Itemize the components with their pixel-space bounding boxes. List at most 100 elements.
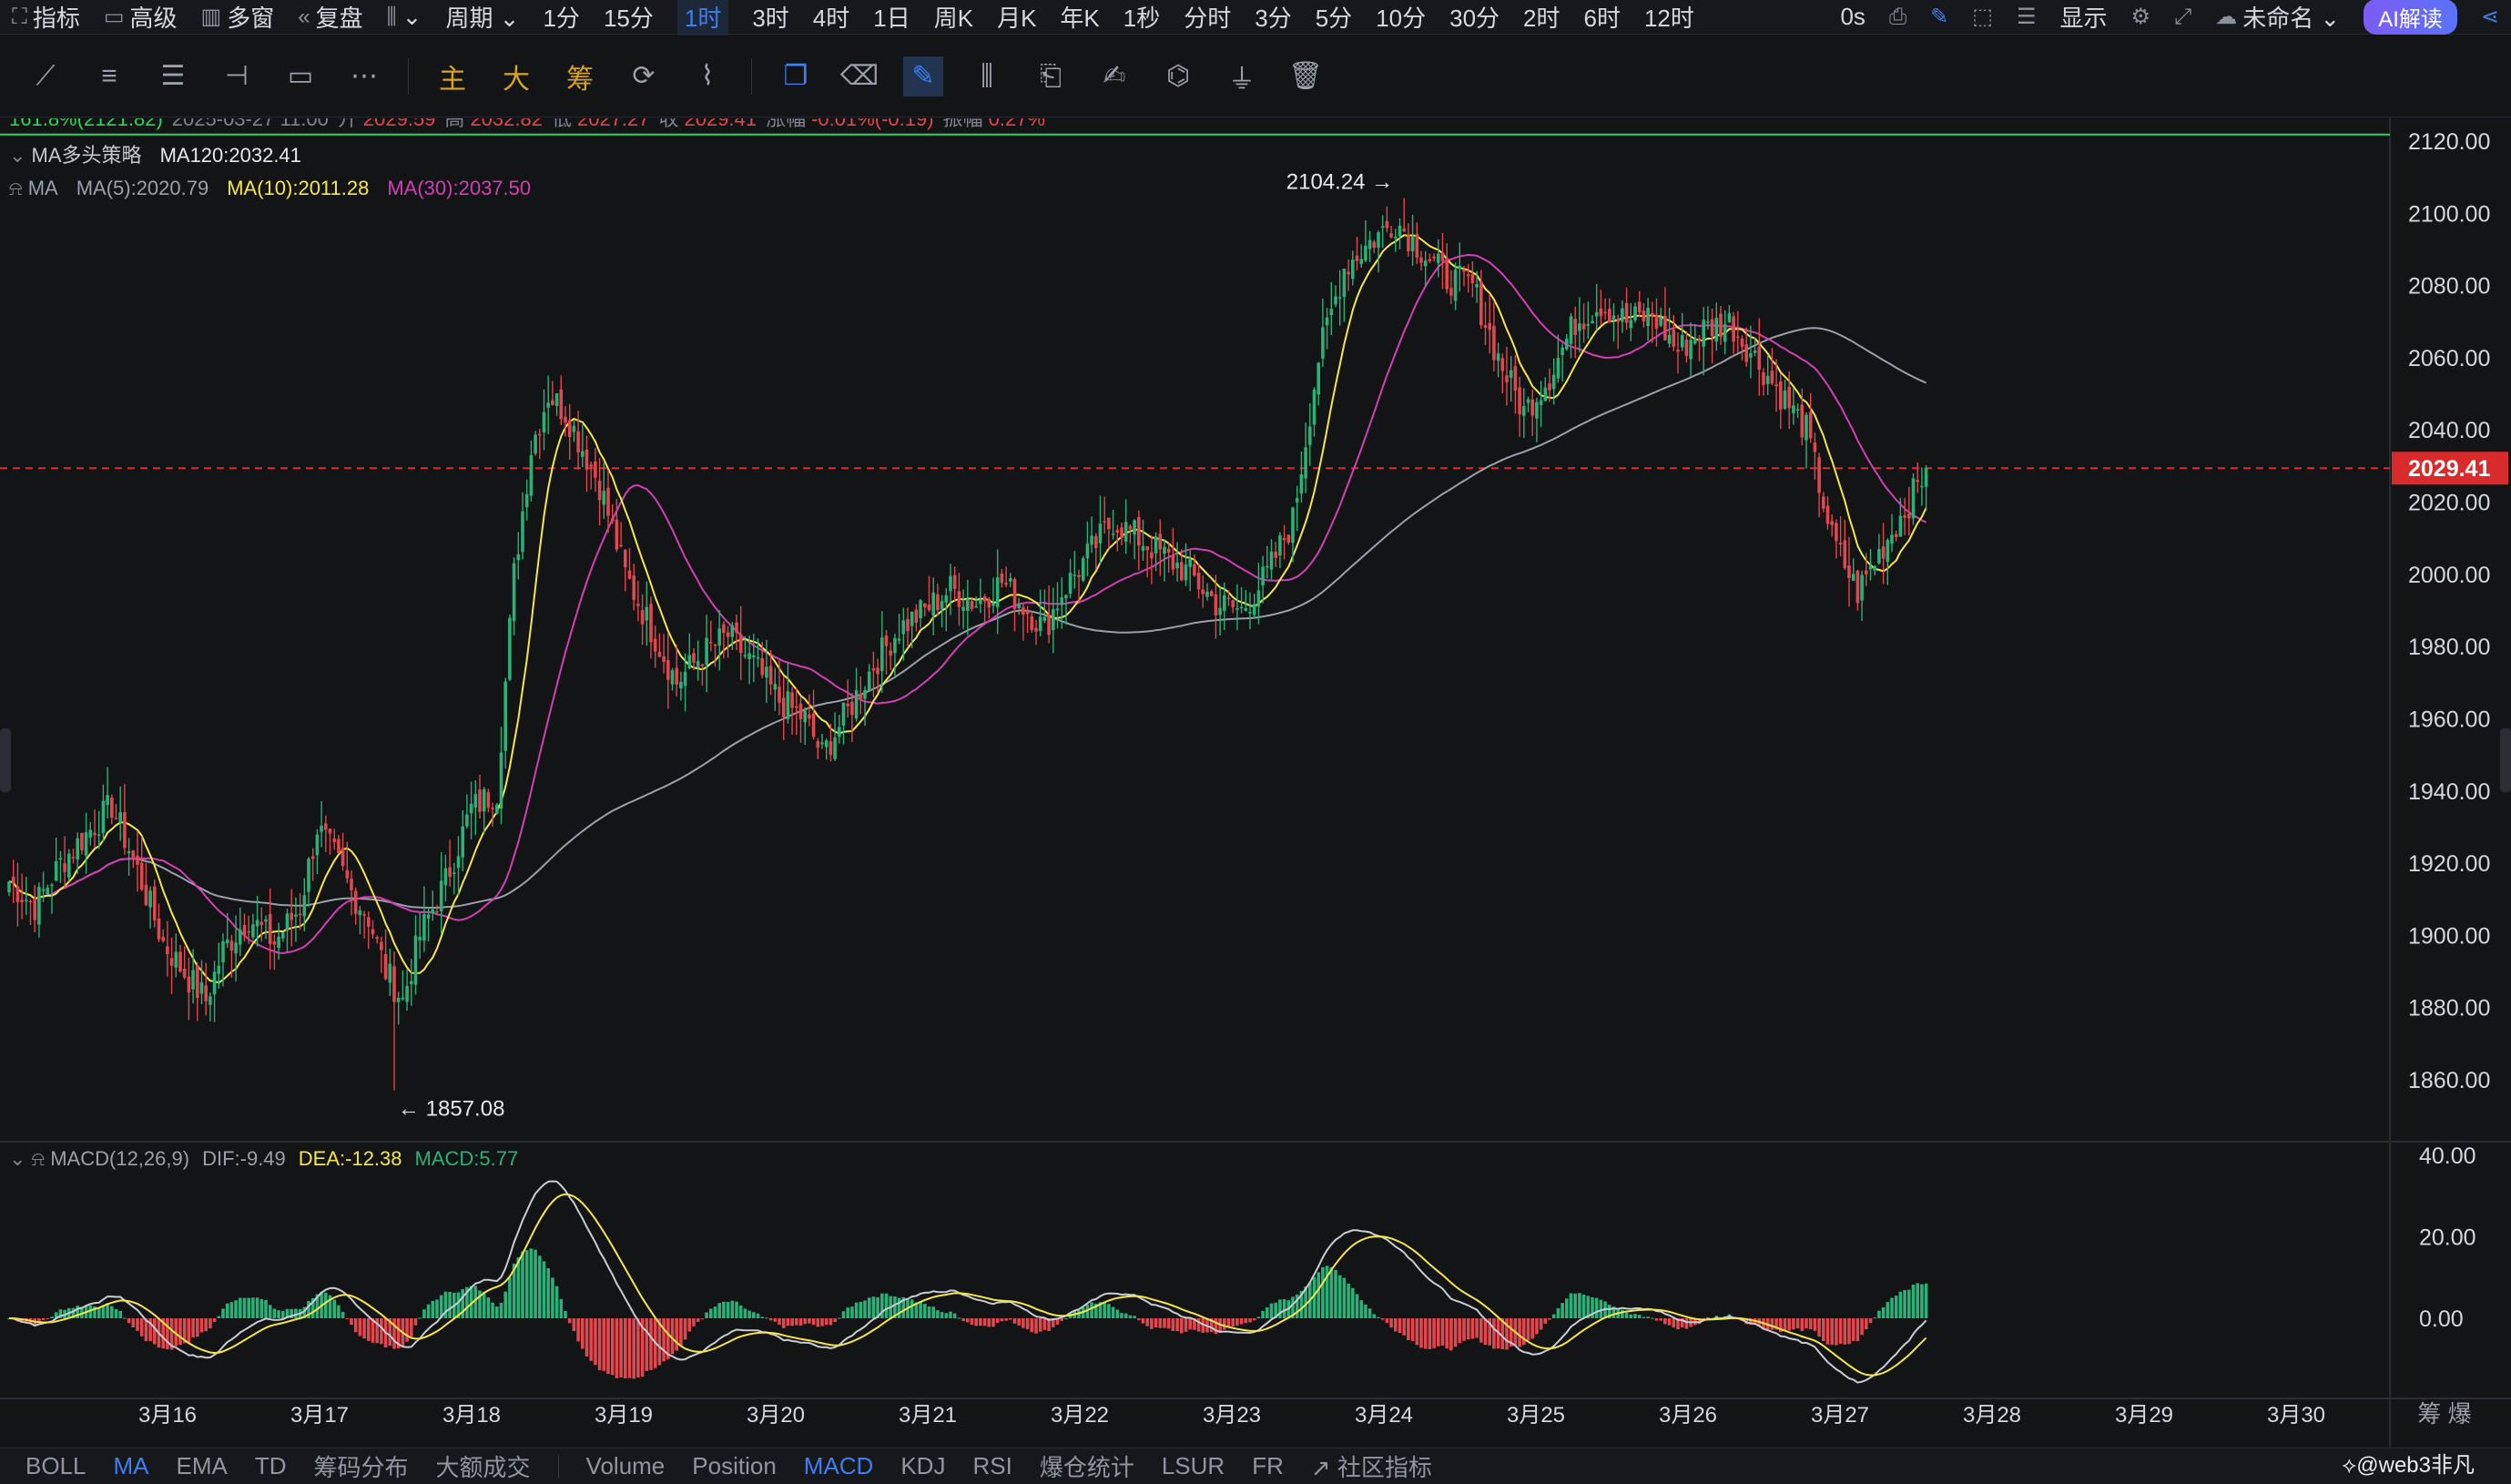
interval-tab[interactable]: 6时 xyxy=(1584,0,1621,36)
candle-body xyxy=(1509,370,1513,378)
interval-tab[interactable]: 1时 xyxy=(676,0,729,36)
clipboard-icon[interactable]: ⎗ xyxy=(1031,56,1071,97)
measure-icon[interactable]: ⌇ xyxy=(687,56,727,97)
trend-line-icon[interactable]: ⟋ xyxy=(25,56,66,97)
indicator-rsi[interactable]: RSI xyxy=(972,1452,1012,1480)
candle-body xyxy=(1749,353,1753,358)
candle-body xyxy=(58,858,63,860)
interval-tab[interactable]: 周K xyxy=(934,0,973,36)
more-tools-icon[interactable]: ⋯ xyxy=(344,56,384,97)
interval-tab[interactable]: 年K xyxy=(1060,0,1099,36)
candle-body xyxy=(1282,537,1286,541)
big-order-button[interactable]: 大 xyxy=(496,56,536,97)
indicator-volume[interactable]: Volume xyxy=(586,1452,666,1480)
fullscreen-icon[interactable]: ⤢ xyxy=(2174,5,2191,30)
main-force-button[interactable]: 主 xyxy=(432,56,473,97)
interval-tab[interactable]: 1分 xyxy=(543,0,579,36)
magnet-icon[interactable]: ⌬ xyxy=(1158,56,1198,97)
macd-histogram-bar xyxy=(1337,1275,1342,1318)
indicator-position[interactable]: Position xyxy=(692,1452,777,1480)
parallel-channel-icon[interactable]: ≡ xyxy=(89,56,129,97)
indicator-ma[interactable]: MA xyxy=(114,1452,149,1480)
rectangle-icon[interactable]: ▭ xyxy=(280,56,320,97)
macd-histogram-bar xyxy=(1894,1296,1898,1318)
period-label: 周期 ⌄ xyxy=(445,5,520,32)
macd-histogram-bar xyxy=(581,1318,585,1349)
community-indicators[interactable]: ↗ 社区指标 xyxy=(1311,1449,1432,1483)
multi-window-label: 多窗 xyxy=(227,5,275,32)
interval-tab[interactable]: 10分 xyxy=(1376,0,1426,36)
interval-tab[interactable]: 15分 xyxy=(604,0,654,36)
candle-body xyxy=(944,595,949,604)
interval-tab[interactable]: 分时 xyxy=(1184,0,1231,36)
layout-name-dropdown[interactable]: ☁ 未命名 ⌄ xyxy=(2215,0,2340,34)
copy-drawing-icon[interactable]: ❐ xyxy=(776,56,816,97)
horizontal-lines-icon[interactable]: ☰ xyxy=(153,56,193,97)
macd-histogram-bar xyxy=(1920,1284,1924,1318)
pen-icon[interactable]: ✎ xyxy=(1930,4,1948,30)
candle-body xyxy=(1364,245,1367,261)
indicator-ema[interactable]: EMA xyxy=(177,1452,228,1480)
indicator-lsur[interactable]: LSUR xyxy=(1162,1452,1225,1480)
interval-tab[interactable]: 3时 xyxy=(752,0,788,36)
chip-button[interactable]: 筹 xyxy=(560,56,600,97)
indicator-big-trades[interactable]: 大额成交 xyxy=(436,1449,531,1483)
interval-tab[interactable]: 1秒 xyxy=(1123,0,1160,36)
left-collapse-handle[interactable] xyxy=(0,728,11,792)
camera-icon[interactable]: ⎙ xyxy=(1889,5,1906,30)
sync-icon[interactable]: ⟳ xyxy=(624,56,664,97)
indicator-fr[interactable]: FR xyxy=(1252,1452,1284,1480)
interval-tab[interactable]: 30分 xyxy=(1449,0,1499,36)
bars-pattern-icon[interactable]: ⫼ xyxy=(967,56,1007,97)
multi-window-icon: ▥ xyxy=(200,5,222,29)
price-chart[interactable]: 2120.00 2100.00 2080.00 2060.00 2040.00 2020.… xyxy=(0,118,2511,1448)
horizontal-line-icon[interactable]: ⊣ xyxy=(217,56,257,97)
candle-body xyxy=(383,953,388,980)
filter-icon[interactable]: ⏚ xyxy=(1222,56,1262,97)
indicator-kdj[interactable]: KDJ xyxy=(900,1452,945,1480)
indicator-liquidation[interactable]: 爆仓统计 xyxy=(1040,1449,1134,1483)
share-icon[interactable]: ⋖ xyxy=(2481,4,2499,30)
candle-type-dropdown[interactable]: ⫼ ⌄ xyxy=(387,3,422,31)
macd-histogram-bar xyxy=(247,1297,250,1318)
candle-body xyxy=(1513,366,1518,391)
advanced-menu[interactable]: ▭ 高级 xyxy=(104,0,178,34)
indicator-chip-dist[interactable]: 筹码分布 xyxy=(314,1449,409,1483)
interval-tab[interactable]: 5分 xyxy=(1316,0,1352,36)
interval-tab[interactable]: 3分 xyxy=(1255,0,1291,36)
candle-body xyxy=(1266,565,1269,568)
ai-interpret-button[interactable]: AI解读 xyxy=(2364,0,2457,35)
right-collapse-handle[interactable] xyxy=(2500,728,2511,792)
display-menu[interactable]: 显示 xyxy=(2059,0,2107,34)
interval-tab[interactable]: 12时 xyxy=(1644,0,1694,36)
indicator-macd[interactable]: MACD xyxy=(804,1452,874,1480)
eraser-icon[interactable]: ⌫ xyxy=(839,56,879,97)
macd-histogram-bar xyxy=(191,1318,195,1337)
candle-body xyxy=(551,400,554,405)
replay-menu[interactable]: «复盘 xyxy=(298,0,362,34)
interval-tab[interactable]: 4时 xyxy=(813,0,849,36)
interval-tab[interactable]: 月K xyxy=(997,0,1036,36)
macd-histogram-bar xyxy=(1180,1318,1184,1334)
indicator-td[interactable]: TD xyxy=(255,1452,287,1480)
select-area-icon[interactable]: ⬚ xyxy=(1972,4,1993,30)
interval-tab[interactable]: 1日 xyxy=(873,0,910,36)
macd-histogram-bar xyxy=(495,1306,499,1318)
macd-histogram-bar xyxy=(735,1301,738,1318)
indicator-boll[interactable]: BOLL xyxy=(25,1452,86,1480)
draw-mode-icon[interactable]: ✎ xyxy=(903,56,943,97)
interval-tab[interactable]: 2时 xyxy=(1523,0,1560,36)
multi-window-menu[interactable]: ▥ 多窗 xyxy=(201,0,275,34)
candle-body xyxy=(846,703,849,706)
period-dropdown[interactable]: 周期 ⌄ xyxy=(445,0,519,34)
edit-note-icon[interactable]: ✍ xyxy=(1094,56,1134,97)
date-tick-label: 3月21 xyxy=(899,1403,957,1428)
indicator-menu[interactable]: ⛶ 指标 xyxy=(12,0,80,34)
trash-icon[interactable]: 🗑 xyxy=(1286,56,1326,97)
list-settings-icon[interactable]: ☰ xyxy=(2017,4,2037,30)
macd-histogram-bar xyxy=(542,1261,546,1318)
candle-body xyxy=(1817,457,1821,493)
candle-body xyxy=(1205,591,1209,597)
settings-icon[interactable]: ⚙ xyxy=(2130,4,2150,30)
candle-body xyxy=(350,879,353,890)
